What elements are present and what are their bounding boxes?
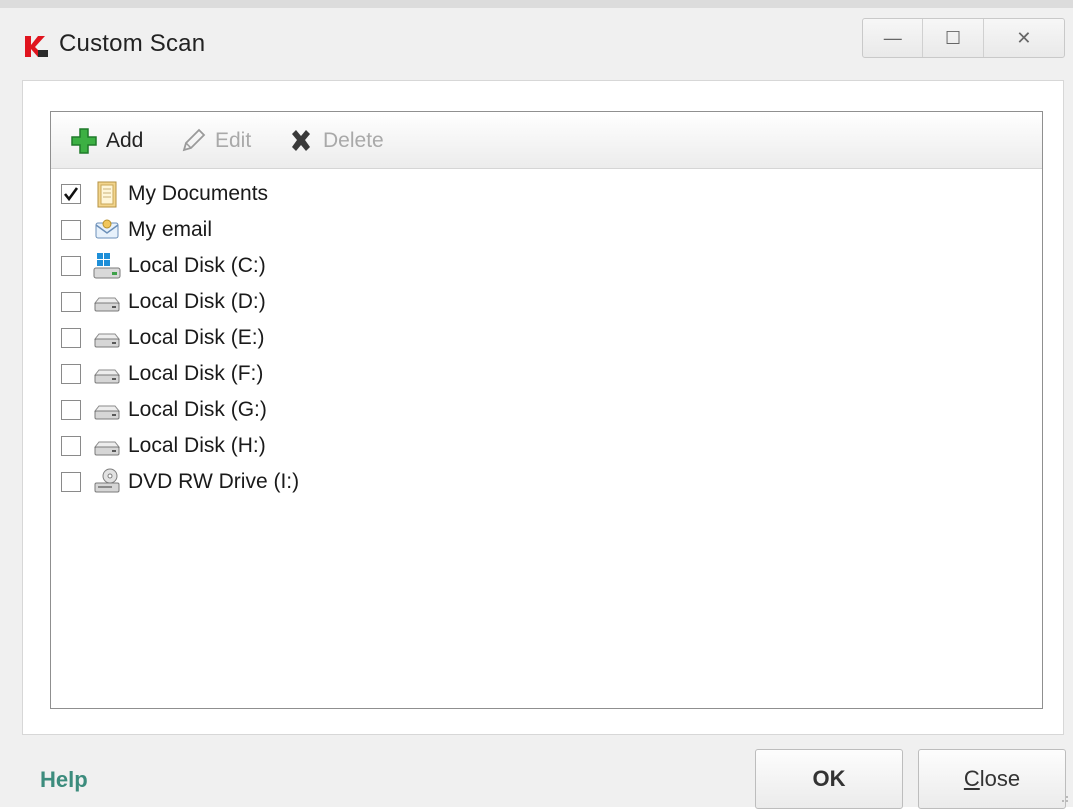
edit-button[interactable]: Edit [179,126,251,156]
item-label: Local Disk (E:) [128,326,265,349]
list-item-local-disk-h[interactable]: Local Disk (H:) [61,430,266,462]
help-link[interactable]: Help [40,767,88,793]
item-label: Local Disk (F:) [128,362,264,385]
checkbox[interactable] [61,256,81,276]
checkbox[interactable] [61,364,81,384]
drive-icon [92,287,122,317]
ok-button[interactable]: OK [755,749,903,809]
checkbox-checked[interactable] [61,184,81,204]
list-item-local-disk-g[interactable]: Local Disk (G:) [61,394,267,426]
minimize-icon: — [883,27,902,48]
list-item-local-disk-f[interactable]: Local Disk (F:) [61,358,263,390]
drive-icon [92,323,122,353]
close-accelerator: C [963,766,980,791]
checkbox[interactable] [61,472,81,492]
delete-label: Delete [323,129,384,152]
item-label: Local Disk (H:) [128,434,266,457]
checkbox[interactable] [61,436,81,456]
item-label: Local Disk (D:) [128,290,266,313]
list-item-local-disk-c[interactable]: Local Disk (C:) [61,250,266,282]
close-label: lose [979,766,1021,791]
list-item-dvd-rw-drive-i[interactable]: DVD RW Drive (I:) [61,466,299,498]
pencil-icon [182,128,206,152]
dvd-drive-icon [92,467,122,497]
item-label: DVD RW Drive (I:) [128,470,300,493]
kaspersky-logo-icon [25,36,48,57]
scan-objects-list[interactable]: Add Edit Delete My Documents My email Lo… [50,111,1043,709]
checkbox[interactable] [61,292,81,312]
list-item-my-email[interactable]: My email [61,214,212,246]
add-label: Add [106,129,144,152]
minimize-button[interactable]: — [863,19,924,57]
close-window-button[interactable]: ✕ [984,19,1064,57]
close-icon: ✕ [1016,27,1032,48]
list-item-my-documents[interactable]: My Documents [61,178,268,210]
title-bar[interactable]: Custom Scan — ☐ ✕ [0,8,1073,74]
resize-grip-icon[interactable] [1059,793,1069,803]
drive-icon [92,359,122,389]
list-toolbar: Add Edit Delete [51,112,1042,169]
maximize-icon: ☐ [945,27,962,48]
item-label: My email [128,218,213,241]
maximize-button[interactable]: ☐ [923,19,984,57]
checkbox[interactable] [61,400,81,420]
system-drive-icon [92,251,122,281]
add-button[interactable]: Add [70,126,143,156]
drive-icon [92,395,122,425]
item-label: Local Disk (C:) [128,254,266,277]
ok-label: OK [812,766,846,791]
checkbox[interactable] [61,328,81,348]
custom-scan-window: Custom Scan — ☐ ✕ Add Edit Delete My Doc… [0,0,1073,809]
checkmark-icon [63,187,79,202]
delete-x-icon [292,130,310,151]
delete-button[interactable]: Delete [287,126,384,156]
window-controls: — ☐ ✕ [862,18,1065,58]
window-title: Custom Scan [59,30,206,57]
drive-icon [92,431,122,461]
list-item-local-disk-d[interactable]: Local Disk (D:) [61,286,266,318]
item-label: My Documents [128,182,269,205]
folder-icon [92,179,122,209]
edit-label: Edit [215,129,252,152]
close-button[interactable]: Close [918,749,1066,809]
add-plus-icon [71,128,97,154]
list-item-local-disk-e[interactable]: Local Disk (E:) [61,322,265,354]
item-label: Local Disk (G:) [128,398,267,421]
email-icon [92,215,122,245]
checkbox[interactable] [61,220,81,240]
